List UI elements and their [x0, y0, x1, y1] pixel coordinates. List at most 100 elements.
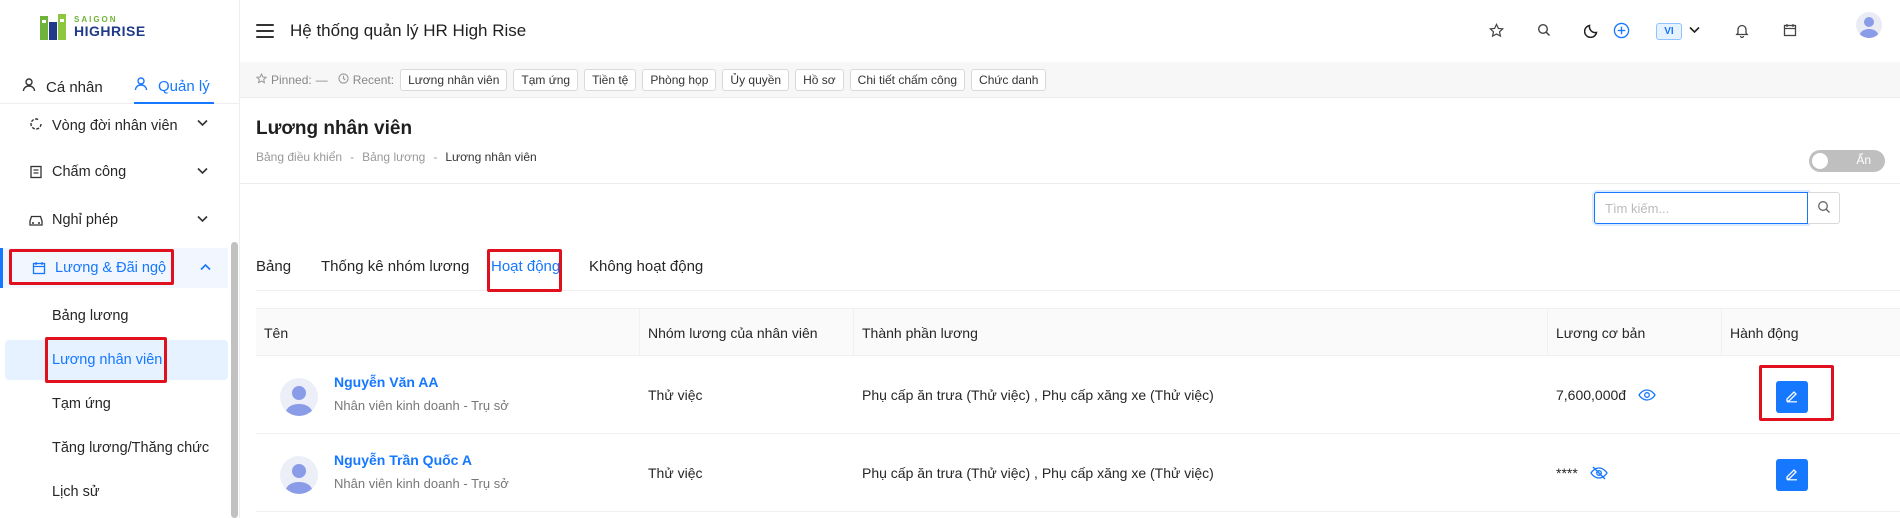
- table-row: [256, 512, 1900, 518]
- page-header: Lương nhân viên Bảng điều khiển - Bảng l…: [240, 98, 1900, 184]
- avatar: [280, 378, 318, 416]
- base-salary-value: 7,600,000đ: [1556, 387, 1627, 403]
- sidebar-scrollbar[interactable]: [231, 242, 238, 518]
- pinned-label: Pinned:: [271, 72, 312, 87]
- tab-table[interactable]: Bảng: [256, 258, 291, 275]
- recent-chip[interactable]: Hồ sơ: [795, 68, 844, 91]
- avatar: [280, 456, 318, 494]
- recent-chip[interactable]: Lương nhân viên: [400, 68, 508, 91]
- recent-chip[interactable]: Tiền tệ: [584, 68, 637, 91]
- edit-button[interactable]: [1776, 381, 1808, 413]
- pencil-icon: [1785, 389, 1799, 406]
- chevron-down-icon: [197, 166, 208, 178]
- top-header: Hệ thống quản lý HR High Rise VI: [240, 0, 1900, 62]
- column-header-base-salary[interactable]: Lương cơ bản: [1548, 309, 1722, 357]
- user-avatar[interactable]: [1856, 12, 1882, 38]
- search-button[interactable]: [1808, 192, 1840, 224]
- chevron-down-icon: [197, 118, 208, 130]
- sidebar-mode-tabs: Cá nhân Quản lý: [0, 64, 240, 104]
- chevron-down-icon[interactable]: [1684, 20, 1704, 40]
- chevron-up-icon: [200, 262, 211, 274]
- menu-item-attendance-label: Chấm công: [52, 164, 127, 180]
- car-icon: [28, 212, 44, 228]
- submenu-raise[interactable]: Tăng lương/Thăng chức: [0, 428, 228, 468]
- recent-label: Recent:: [352, 72, 395, 87]
- table-row: Nguyễn Trần Quốc A Nhân viên kinh doanh …: [256, 434, 1900, 512]
- moon-icon[interactable]: [1582, 20, 1602, 40]
- menu-item-payroll-label: Lương & Đãi ngộ: [55, 260, 167, 276]
- refresh-icon: [28, 116, 44, 132]
- tab-salary-group-stats[interactable]: Thống kê nhóm lương: [321, 258, 469, 275]
- logo-icon: [38, 12, 68, 42]
- base-salary-cell: 7,600,000đ: [1548, 356, 1656, 434]
- menu-item-attendance[interactable]: Chấm công: [0, 152, 228, 192]
- recent-chip[interactable]: Ủy quyền: [722, 68, 790, 91]
- employee-name-link[interactable]: Nguyễn Văn AA: [334, 374, 439, 390]
- quick-access-bar: Pinned: — Recent: Lương nhân viên Tạm ứn…: [240, 62, 1900, 98]
- recent-group: Recent:: [338, 73, 394, 87]
- table-row: Nguyễn Văn AA Nhân viên kinh doanh - Trụ…: [256, 356, 1900, 434]
- employee-role: Nhân viên kinh doanh - Trụ sở: [334, 398, 509, 413]
- recent-chip[interactable]: Phòng họp: [642, 68, 717, 91]
- pinned-group: Pinned: —: [255, 72, 328, 87]
- toggle-knob: [1812, 153, 1828, 169]
- submenu-history[interactable]: Lịch sử: [0, 472, 228, 512]
- recent-chip[interactable]: Tạm ứng: [513, 68, 579, 91]
- bell-icon[interactable]: [1732, 20, 1752, 40]
- recent-chip[interactable]: Chi tiết chấm công: [849, 68, 966, 91]
- search-icon: [1817, 200, 1831, 217]
- tab-manage-label: Quản lý: [158, 77, 210, 95]
- menu-item-leave[interactable]: Nghỉ phép: [0, 200, 228, 240]
- logo-text-big: HIGHRISE: [74, 23, 146, 39]
- main-content: Bảng Thống kê nhóm lương Hoạt động Không…: [240, 234, 1900, 518]
- clock-icon: [338, 72, 349, 87]
- column-header-group[interactable]: Nhóm lương của nhân viên: [640, 309, 854, 357]
- eye-icon[interactable]: [1638, 389, 1656, 401]
- submenu-advance[interactable]: Tạm ứng: [0, 384, 228, 424]
- tab-manage[interactable]: Quản lý: [134, 70, 214, 104]
- recent-chip[interactable]: Chức danh: [971, 68, 1047, 91]
- add-circle-icon[interactable]: [1611, 20, 1631, 40]
- hide-toggle[interactable]: Ẩn: [1809, 150, 1885, 172]
- breadcrumb-separator: -: [433, 150, 438, 164]
- logo[interactable]: SAIGON HIGHRISE: [38, 10, 146, 44]
- star-icon: [255, 72, 268, 87]
- menu-item-leave-label: Nghỉ phép: [52, 212, 119, 228]
- search-row: [240, 184, 1900, 234]
- eye-off-icon[interactable]: [1590, 466, 1608, 480]
- calendar-money-icon: [31, 260, 47, 276]
- salary-group-cell: Thử việc: [648, 465, 703, 481]
- employee-name-link[interactable]: Nguyễn Trần Quốc A: [334, 452, 472, 468]
- breadcrumb-separator: -: [350, 150, 355, 164]
- chevron-down-icon: [197, 214, 208, 226]
- pinned-value: —: [315, 72, 328, 87]
- edit-button[interactable]: [1776, 459, 1808, 491]
- user-icon: [134, 77, 148, 95]
- menu-item-payroll[interactable]: Lương & Đãi ngộ: [0, 248, 228, 288]
- breadcrumb-item[interactable]: Bảng điều khiển: [256, 150, 342, 164]
- submenu-salary-table[interactable]: Bảng lương: [0, 296, 228, 336]
- column-header-name[interactable]: Tên: [256, 309, 640, 357]
- salary-components-cell: Phụ cấp ăn trưa (Thử việc) , Phụ cấp xăn…: [862, 387, 1214, 403]
- pencil-icon: [1785, 467, 1799, 484]
- tab-inactive[interactable]: Không hoạt động: [589, 258, 703, 275]
- calendar-icon[interactable]: [1780, 20, 1800, 40]
- tab-active[interactable]: Hoạt động: [491, 258, 560, 275]
- language-selector[interactable]: VI: [1656, 23, 1682, 40]
- breadcrumb-current: Lương nhân viên: [445, 150, 537, 164]
- user-icon: [22, 78, 36, 96]
- tab-personal[interactable]: Cá nhân: [22, 70, 103, 104]
- clipboard-icon: [28, 164, 44, 180]
- base-salary-value: ****: [1556, 465, 1578, 481]
- menu-item-lifecycle-label: Vòng đời nhân viên: [52, 118, 178, 134]
- search-input[interactable]: [1594, 192, 1808, 224]
- tab-personal-label: Cá nhân: [46, 78, 103, 96]
- search-icon[interactable]: [1534, 20, 1554, 40]
- star-icon[interactable]: [1486, 20, 1506, 40]
- column-header-components[interactable]: Thành phần lương: [854, 309, 1548, 357]
- table-header: Tên Nhóm lương của nhân viên Thành phần …: [256, 308, 1900, 357]
- menu-item-lifecycle[interactable]: Vòng đời nhân viên: [0, 104, 228, 144]
- menu-toggle-icon[interactable]: [256, 24, 274, 38]
- breadcrumb-item[interactable]: Bảng lương: [362, 150, 425, 164]
- submenu-employee-salary[interactable]: Lương nhân viên: [5, 340, 228, 380]
